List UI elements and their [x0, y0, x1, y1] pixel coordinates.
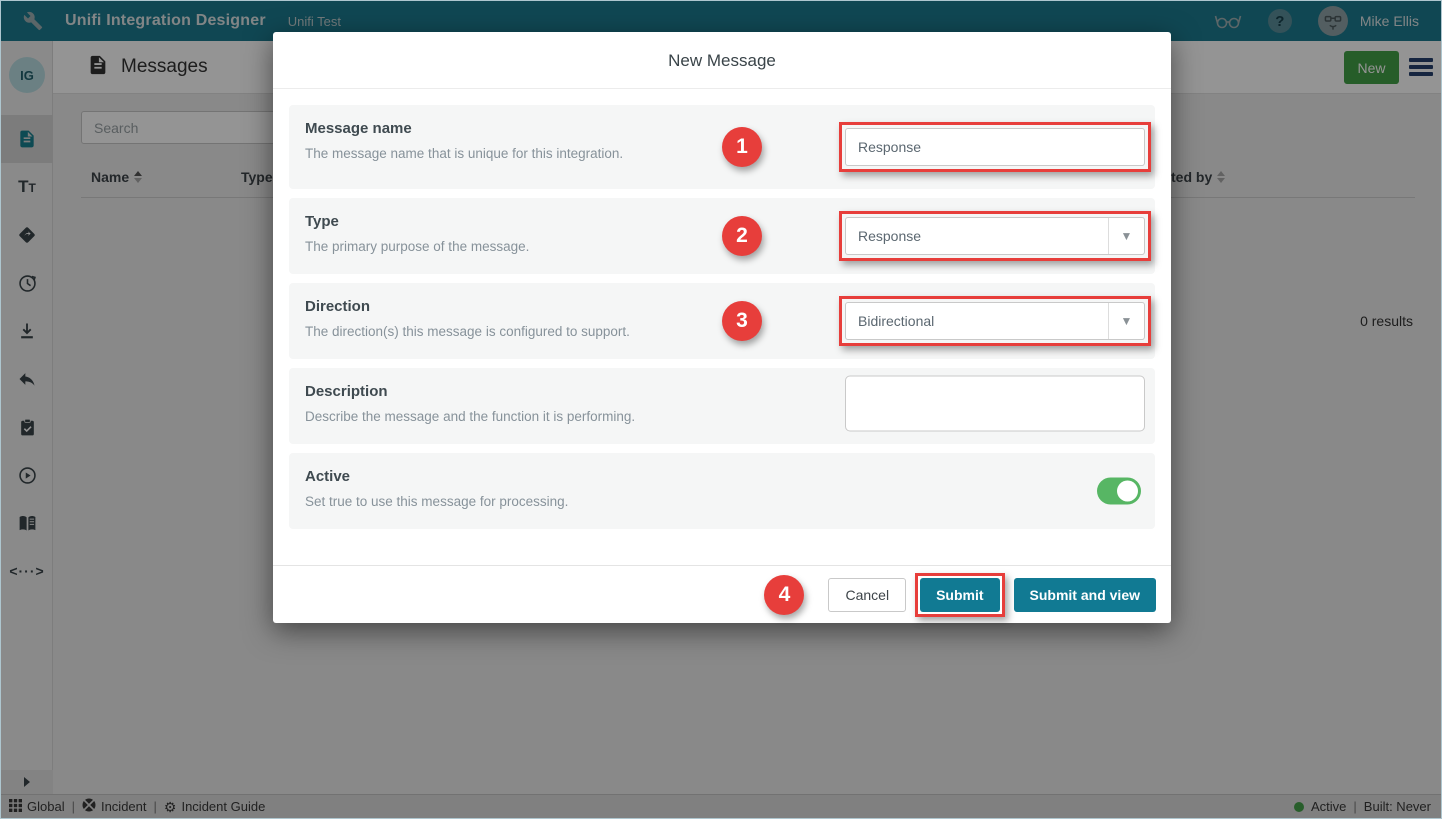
annotation-highlight-box: Bidirectional ▼	[839, 296, 1151, 346]
annotation-highlight-box: Response ▼	[839, 211, 1151, 261]
direction-select[interactable]: Bidirectional ▼	[845, 302, 1145, 340]
form-row-active: Active Set true to use this message for …	[289, 453, 1155, 529]
chevron-down-icon: ▼	[1108, 303, 1144, 339]
form-row-message-name: Message name The message name that is un…	[289, 105, 1155, 189]
modal-body: Message name The message name that is un…	[273, 89, 1171, 545]
cancel-button[interactable]: Cancel	[828, 578, 906, 612]
type-select[interactable]: Response ▼	[845, 217, 1145, 255]
type-select-value: Response	[846, 228, 1108, 244]
chevron-down-icon: ▼	[1108, 218, 1144, 254]
form-row-direction: Direction The direction(s) this message …	[289, 283, 1155, 359]
annotation-badge-4: 4	[764, 575, 804, 615]
field-label: Active	[305, 468, 1139, 485]
annotation-badge-2: 2	[722, 216, 762, 256]
modal-title: New Message	[273, 32, 1171, 89]
field-description: Set true to use this message for process…	[305, 494, 1139, 509]
annotation-highlight-box	[839, 122, 1151, 172]
form-row-type: Type The primary purpose of the message.…	[289, 198, 1155, 274]
app-window: Unifi Integration Designer Unifi Test ? …	[0, 0, 1442, 819]
new-message-modal: New Message Message name The message nam…	[273, 32, 1171, 623]
active-toggle[interactable]	[1097, 478, 1141, 505]
form-row-description: Description Describe the message and the…	[289, 368, 1155, 444]
message-name-input[interactable]	[845, 128, 1145, 166]
modal-footer: 4 Cancel Submit Submit and view	[273, 565, 1171, 623]
direction-select-value: Bidirectional	[846, 313, 1108, 329]
description-textarea[interactable]	[845, 376, 1145, 432]
control-wrapper	[845, 376, 1145, 437]
submit-and-view-button[interactable]: Submit and view	[1014, 578, 1156, 612]
annotation-highlight-box: Submit	[915, 573, 1004, 617]
annotation-badge-3: 3	[722, 301, 762, 341]
annotation-badge-1: 1	[722, 127, 762, 167]
submit-button[interactable]: Submit	[920, 578, 999, 612]
